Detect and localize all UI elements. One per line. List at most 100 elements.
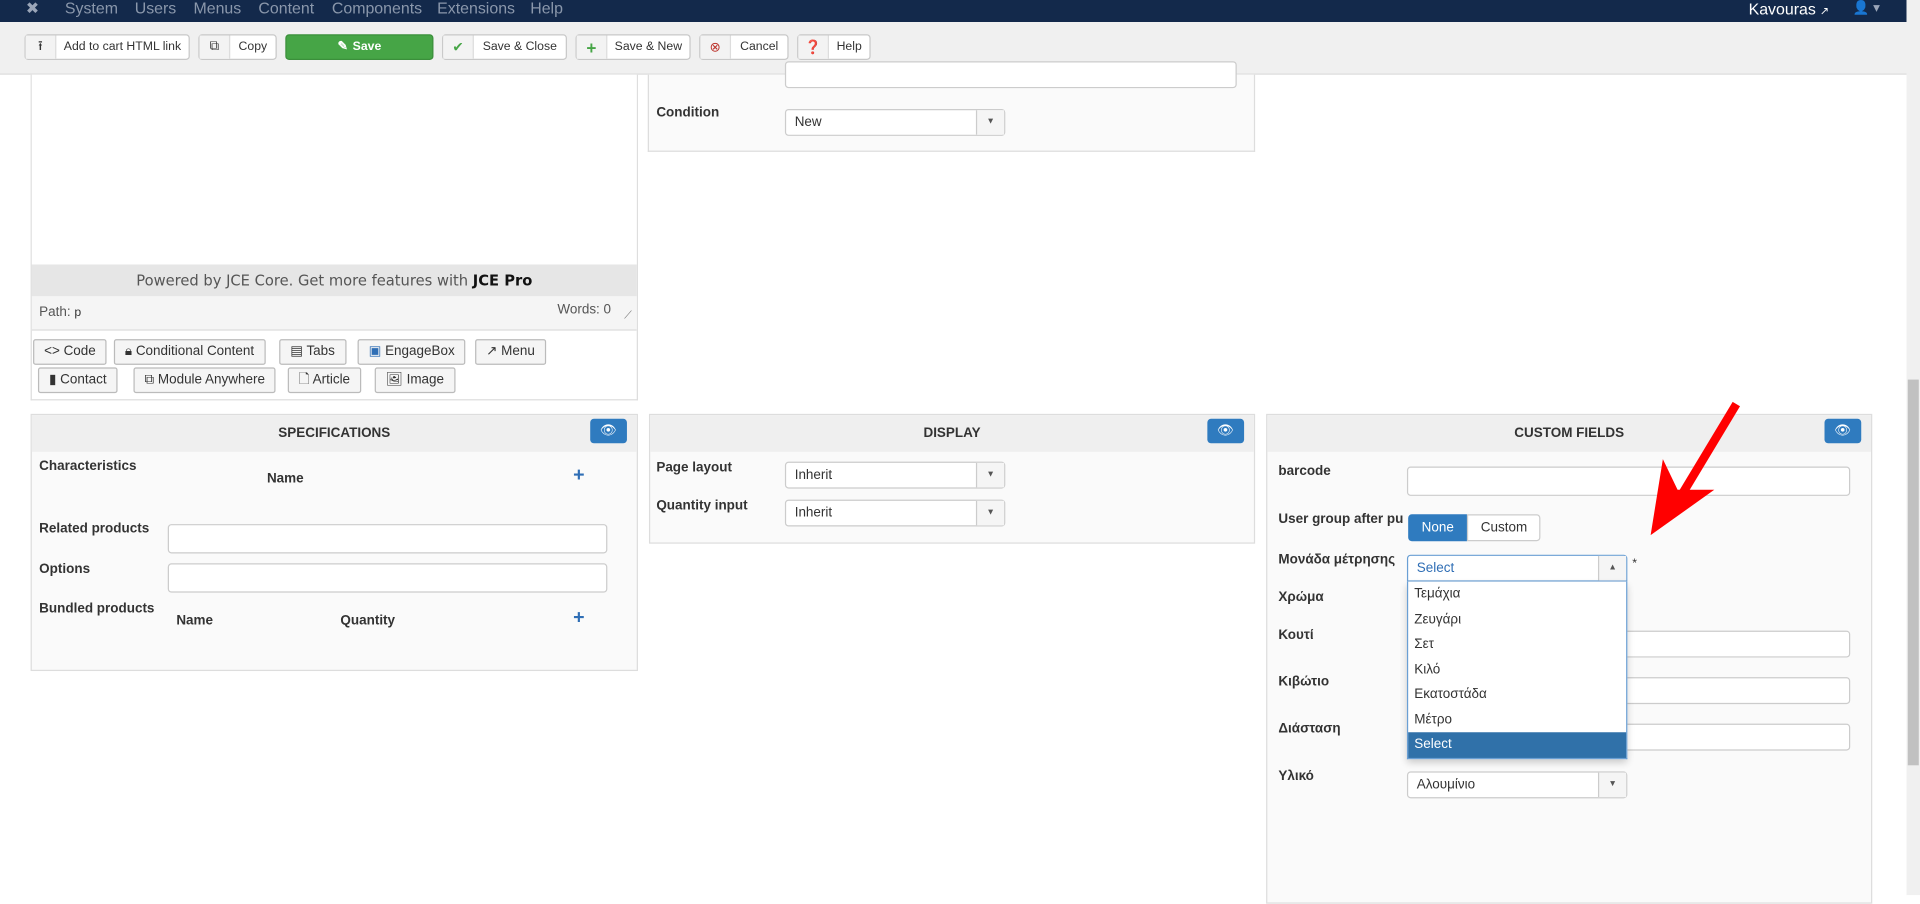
lock-icon: 🔒︎ (124, 344, 133, 359)
page-layout-select[interactable]: Inherit ▼ (784, 461, 1006, 489)
scrollbar-thumb[interactable] (1907, 379, 1919, 766)
editor-button-tabs[interactable]: ▤ Tabs (279, 339, 346, 365)
material-select[interactable]: Αλουμίνιο ▼ (1406, 771, 1628, 799)
plus-icon: + (576, 35, 608, 59)
help-button[interactable]: ❓ Help (797, 34, 871, 61)
details-text-input[interactable] (784, 61, 1237, 89)
crate-label: Κιβώτιο (1278, 674, 1330, 690)
unit-option[interactable]: Κιλό (1408, 657, 1626, 682)
button-label: Save & Close (482, 40, 557, 54)
custom-option[interactable]: Custom (1467, 514, 1541, 542)
button-label: Save (352, 40, 382, 54)
characteristics-label: Characteristics (39, 459, 137, 474)
resize-handle-icon[interactable]: ⟋ (624, 299, 632, 332)
editor-button-menu[interactable]: ↗ Menu (475, 339, 546, 365)
button-label: EngageBox (385, 344, 455, 359)
button-label: Contact (60, 372, 107, 387)
engagebox-icon: ▣ (368, 344, 382, 359)
add-characteristic-icon[interactable]: + (573, 465, 584, 487)
selected-value: Select (1416, 560, 1455, 576)
editor-content-area[interactable] (31, 74, 637, 265)
selected-value: New (794, 115, 822, 130)
unit-select[interactable]: Select ▲ (1406, 554, 1628, 582)
options-label: Options (39, 562, 91, 577)
share-icon: ↗ (486, 344, 498, 359)
user-group-toggle: None Custom (1408, 514, 1541, 542)
display-panel: DISPLAY 👁︎ Page layout Inherit ▼ Quantity… (648, 413, 1256, 544)
question-icon: ❓ (798, 35, 829, 59)
user-menu-icon[interactable]: 👤 ▾ (1853, 0, 1880, 16)
selected-value: Αλουμίνιο (1416, 777, 1476, 793)
editor-button-engagebox[interactable]: ▣ EngageBox (357, 339, 466, 365)
menu-help[interactable]: Help (530, 0, 563, 17)
path-value[interactable]: p (74, 306, 81, 319)
article-icon: 🗋 (298, 372, 310, 387)
chevron-down-icon: ▼ (975, 462, 1005, 488)
editor-button-code[interactable]: <> Code (33, 339, 107, 365)
toggle-visibility-button[interactable]: 👁︎ (1824, 418, 1862, 444)
save-button[interactable]: ✎ Save (285, 34, 434, 61)
chevron-down-icon: ▼ (975, 110, 1005, 135)
save-close-button[interactable]: ✔ Save & Close (442, 34, 567, 61)
path-bar: Path: p Words: 0 ⟋ (31, 296, 637, 332)
unit-option[interactable]: Ζευγάρι (1408, 607, 1626, 632)
unit-option[interactable]: Τεμάχια (1408, 582, 1626, 607)
selected-value: Inherit (794, 505, 833, 521)
related-products-input[interactable] (167, 524, 608, 554)
cancel-icon: ⊗ (700, 35, 732, 59)
contact-icon: ▮ (48, 372, 57, 387)
panel-title: CUSTOM FIELDS (1267, 415, 1872, 452)
copy-button[interactable]: ⧉ Copy (198, 34, 277, 61)
unit-option[interactable]: Σετ (1408, 632, 1626, 657)
cancel-button[interactable]: ⊗ Cancel (699, 34, 789, 61)
red-arrow-annotation (1650, 401, 1741, 536)
options-input[interactable] (167, 563, 608, 593)
details-panel: Condition New ▼ (647, 61, 1256, 152)
editor-button-image[interactable]: 🖼︎ Image (374, 367, 456, 394)
menu-extensions[interactable]: Extensions (437, 0, 515, 17)
upload-icon: ⭱ (25, 35, 57, 59)
menu-system[interactable]: System (65, 0, 118, 17)
chevron-down-icon: ▼ (1597, 772, 1627, 798)
barcode-label: barcode (1278, 464, 1331, 479)
selected-value: Inherit (794, 467, 833, 483)
joomla-logo-icon[interactable]: ✖ (26, 0, 39, 18)
button-label: Code (63, 344, 96, 359)
menu-users[interactable]: Users (135, 0, 177, 17)
unit-option-highlighted[interactable]: Select (1408, 732, 1627, 758)
toggle-visibility-button[interactable]: 👁︎ (590, 418, 627, 444)
menu-content[interactable]: Content (258, 0, 314, 17)
jce-pro-link[interactable]: JCE Pro (473, 272, 533, 289)
none-option[interactable]: None (1408, 514, 1468, 542)
edit-icon: ✎ (337, 40, 348, 54)
add-bundled-product-icon[interactable]: + (573, 607, 584, 629)
panel-title: SPECIFICATIONS (31, 415, 637, 452)
unit-option[interactable]: Εκατοστάδα (1408, 682, 1626, 707)
button-label: Help (836, 40, 862, 54)
chevron-up-icon: ▲ (1597, 555, 1627, 581)
chevron-down-icon: ▼ (975, 500, 1005, 526)
save-new-button[interactable]: + Save & New (575, 34, 691, 61)
unit-option[interactable]: Μέτρο (1408, 707, 1626, 732)
editor-button-article[interactable]: 🗋 Article (287, 367, 362, 394)
word-count: Words: 0 (557, 302, 612, 318)
site-link[interactable]: Kavouras ↗ (1749, 0, 1830, 18)
toggle-visibility-button[interactable]: 👁︎ (1207, 418, 1245, 444)
condition-select[interactable]: New ▼ (784, 108, 1006, 136)
add-to-cart-html-link-button[interactable]: ⭱ Add to cart HTML link (24, 34, 190, 61)
menu-menus[interactable]: Menus (193, 0, 241, 17)
editor-button-module-anywhere[interactable]: ⧉ Module Anywhere (133, 367, 276, 394)
button-label: Save & New (614, 40, 683, 54)
barcode-input[interactable] (1406, 466, 1851, 496)
code-icon: <> (44, 344, 60, 359)
user-group-label: User group after pu (1278, 511, 1404, 527)
menu-components[interactable]: Components (332, 0, 422, 17)
editor-button-contact[interactable]: ▮ Contact (37, 367, 118, 394)
tabs-icon: ▤ (290, 344, 303, 359)
button-label: Conditional Content (135, 344, 255, 359)
quantity-input-select[interactable]: Inherit ▼ (784, 499, 1006, 527)
eye-icon: 👁︎ (1834, 423, 1852, 439)
editor-button-conditional-content[interactable]: 🔒︎ Conditional Content (113, 339, 266, 365)
module-icon: ⧉ (144, 372, 155, 387)
vertical-scrollbar[interactable] (1906, 0, 1920, 896)
